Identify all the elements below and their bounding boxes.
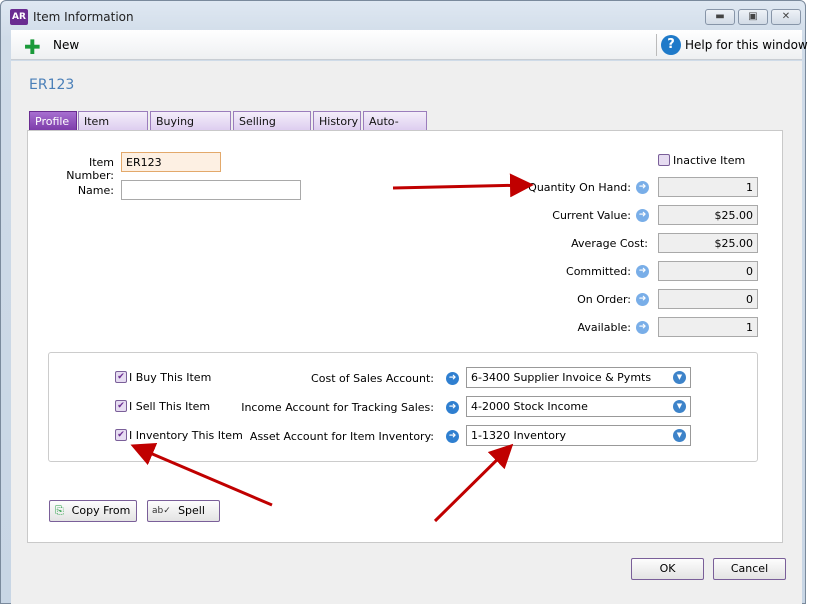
annotation-arrow (433, 443, 514, 523)
annotation-arrow (392, 173, 534, 198)
annotation-arrow (130, 443, 273, 507)
annotation-arrows (130, 173, 534, 523)
